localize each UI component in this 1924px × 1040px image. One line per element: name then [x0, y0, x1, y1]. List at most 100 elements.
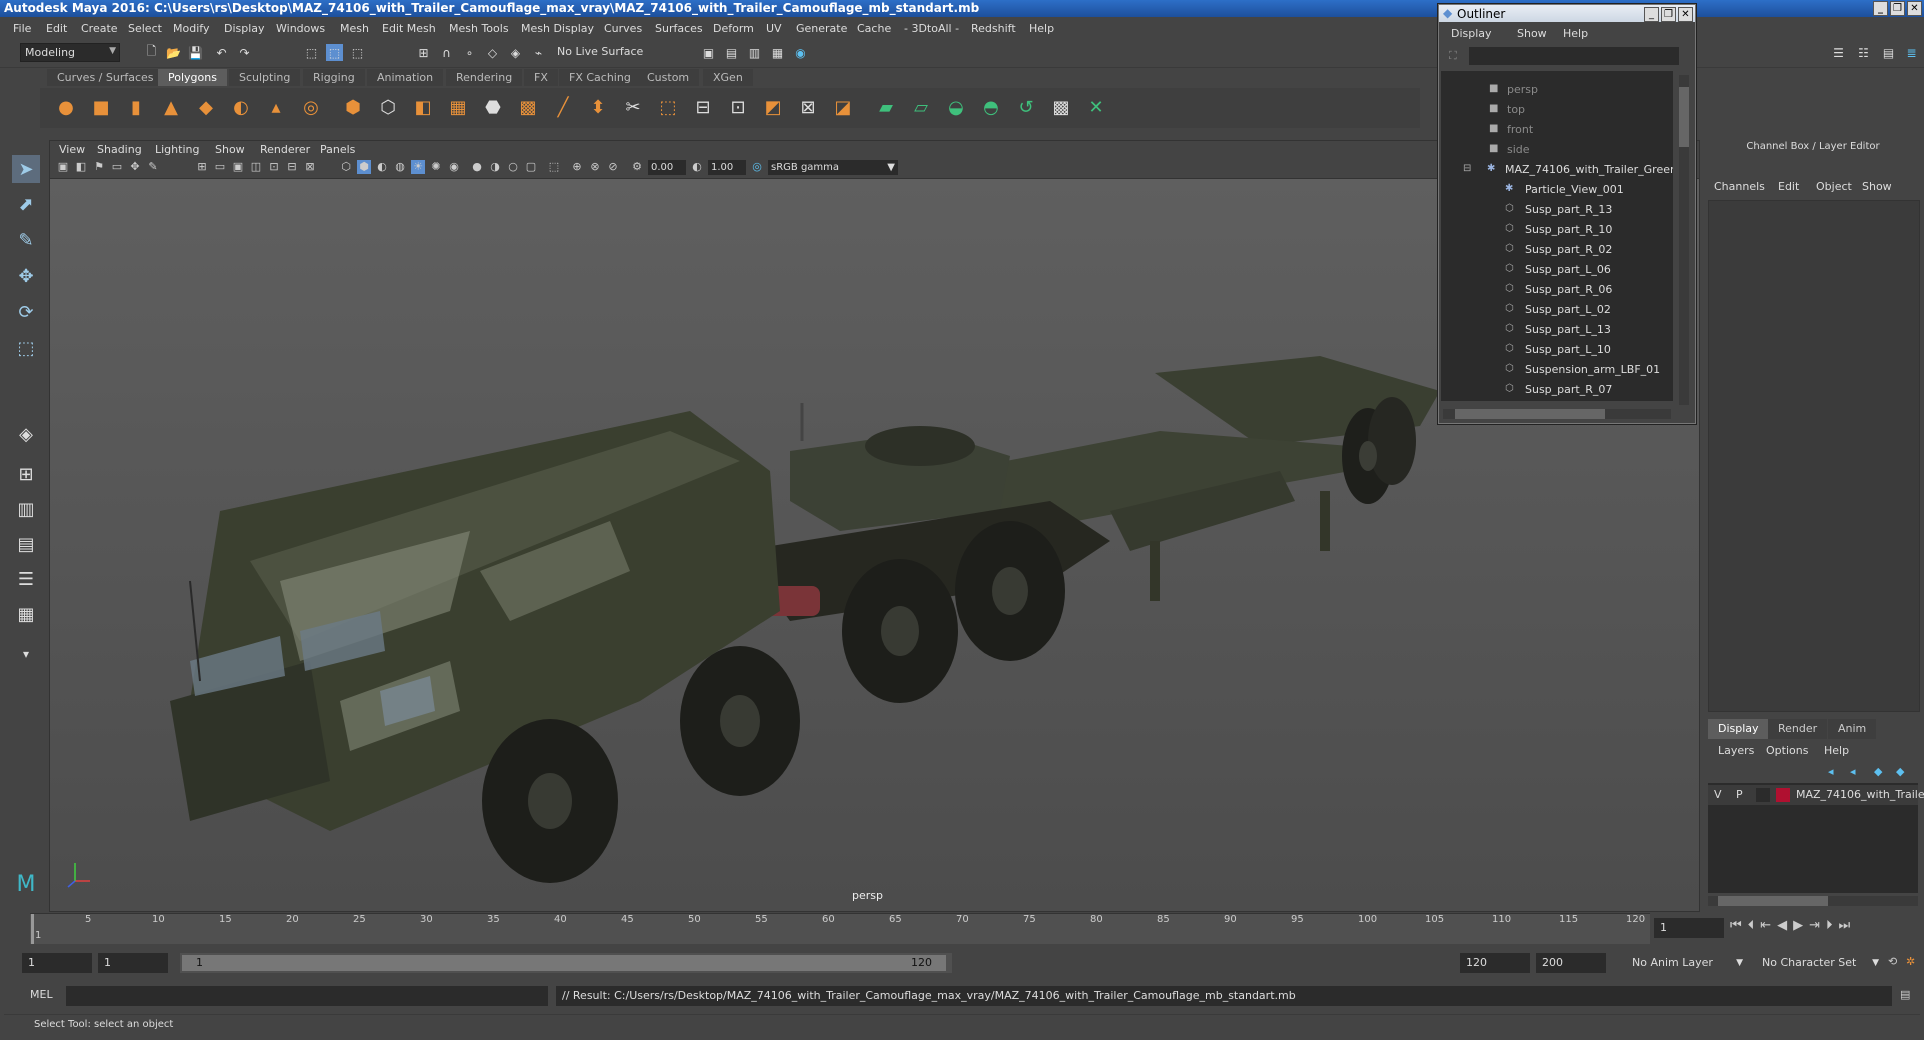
go-to-end-icon[interactable]: ⏭	[1839, 918, 1851, 933]
tab-fx[interactable]: FX	[524, 69, 558, 86]
layer-visibility-toggle[interactable]: V	[1714, 788, 1722, 801]
list-item[interactable]: ⬡ Susp_part_L_02	[1441, 301, 1673, 319]
render-settings-icon[interactable]: ▦	[769, 44, 786, 61]
snap-grid-icon[interactable]: ⊞	[415, 44, 432, 61]
snap-view-icon[interactable]: ◇	[484, 44, 501, 61]
layer-list[interactable]: V P MAZ_74106_with_Traile	[1708, 783, 1924, 893]
fill-hole-icon[interactable]: ⊡	[725, 94, 751, 120]
layout-hypershade-icon[interactable]: ▦	[12, 600, 40, 628]
tab-render[interactable]: Render	[1768, 719, 1828, 739]
new-scene-icon[interactable]: 🗋	[143, 44, 160, 61]
hypershade-icon[interactable]: ◉	[792, 44, 809, 61]
layer-menu-options[interactable]: Options	[1766, 744, 1808, 757]
lasso-tool-icon[interactable]: ⬈	[12, 190, 40, 218]
new-layer-icon[interactable]: ◂	[1828, 765, 1834, 778]
list-item[interactable]: ⬡ Susp_part_R_06	[1441, 281, 1673, 299]
layer-menu-help[interactable]: Help	[1824, 744, 1849, 757]
restore-icon[interactable]: ❐	[1890, 1, 1905, 16]
snap-point-icon[interactable]: ∘	[461, 44, 478, 61]
poly-pyramid-icon[interactable]: ▴	[263, 94, 289, 120]
menu-display[interactable]: Display	[224, 22, 265, 35]
menu-3dtoall[interactable]: - 3DtoAll -	[904, 22, 959, 35]
poly-cube-icon[interactable]: ■	[88, 94, 114, 120]
extract-icon[interactable]: ◧	[410, 94, 436, 120]
scene-end-field[interactable]: 200	[1536, 953, 1606, 973]
ipr-render-icon[interactable]: ▥	[746, 44, 763, 61]
rotate-tool-icon[interactable]: ⟳	[12, 298, 40, 326]
cb-menu-object[interactable]: Object	[1816, 180, 1852, 193]
layer-row[interactable]: V P MAZ_74106_with_Traile	[1708, 785, 1924, 805]
channel-box-icon[interactable]: ≣	[1903, 44, 1920, 61]
channel-list[interactable]	[1708, 200, 1920, 712]
outliner-menu-help[interactable]: Help	[1563, 27, 1588, 40]
layer-down-icon[interactable]: ◆	[1896, 765, 1904, 778]
render-view-icon[interactable]: ▣	[700, 44, 717, 61]
preferences-icon[interactable]: ✲	[1906, 955, 1915, 968]
single-view-icon[interactable]: ◈	[12, 420, 40, 448]
tab-anim[interactable]: Anim	[1828, 719, 1877, 739]
extrude-icon[interactable]: ╱	[550, 94, 576, 120]
cb-menu-show[interactable]: Show	[1862, 180, 1892, 193]
script-editor-icon[interactable]: ▤	[1900, 988, 1910, 1001]
bridge-icon[interactable]: ▩	[515, 94, 541, 120]
cylindrical-uv-icon[interactable]: ▱	[908, 94, 934, 120]
render-frame-icon[interactable]: ▤	[723, 44, 740, 61]
poly-plane-icon[interactable]: ◆	[193, 94, 219, 120]
menu-create[interactable]: Create	[81, 22, 118, 35]
outliner-list[interactable]: ■ persp ■ top ■ front ■ side ⊟ ✱ MAZ_74106_wit…	[1441, 71, 1673, 401]
menu-select[interactable]: Select	[128, 22, 162, 35]
layer-name[interactable]: MAZ_74106_with_Traile	[1796, 788, 1924, 801]
redo-icon[interactable]: ↷	[236, 44, 253, 61]
separate-icon[interactable]: ⬡	[375, 94, 401, 120]
time-slider[interactable]: 1 5 10 15 20 25 30 35 40 45 50 55 60 65 …	[4, 913, 1920, 947]
menu-cache[interactable]: Cache	[857, 22, 891, 35]
restore-icon[interactable]: ❐	[1661, 7, 1676, 22]
new-layer-selected-icon[interactable]: ◂	[1850, 765, 1856, 778]
character-set-dropdown[interactable]: No Character Set ▼	[1756, 953, 1882, 973]
close-icon[interactable]: ✕	[1678, 7, 1693, 22]
tab-curves-surfaces[interactable]: Curves / Surfaces	[47, 69, 164, 86]
tab-fx-caching[interactable]: FX Caching	[559, 69, 641, 86]
four-view-icon[interactable]: ⊞	[12, 460, 40, 488]
time-track[interactable]: 1 5 10 15 20 25 30 35 40 45 50 55 60 65 …	[30, 913, 1650, 944]
select-component-icon[interactable]: ⬚	[349, 44, 366, 61]
unfold-uv-icon[interactable]: ↺	[1013, 94, 1039, 120]
menu-mesh-display[interactable]: Mesh Display	[521, 22, 594, 35]
tab-xgen[interactable]: XGen	[703, 69, 753, 86]
list-item[interactable]: ■ side	[1441, 141, 1673, 159]
go-to-start-icon[interactable]: ⏮	[1730, 918, 1742, 933]
outliner-title-bar[interactable]: ◆ Outliner _ ❐ ✕	[1439, 5, 1695, 22]
step-forward-icon[interactable]: ⏵	[1826, 918, 1833, 933]
close-icon[interactable]: ✕	[1907, 1, 1922, 16]
tab-rigging[interactable]: Rigging	[303, 69, 365, 86]
merge-icon[interactable]: ⊠	[795, 94, 821, 120]
script-language-label[interactable]: MEL	[30, 988, 53, 1001]
menu-windows[interactable]: Windows	[276, 22, 325, 35]
offset-loop-icon[interactable]: ⊟	[690, 94, 716, 120]
scale-tool-icon[interactable]: ⬚	[12, 334, 40, 362]
checker-icon[interactable]: ▩	[1048, 94, 1074, 120]
tab-custom[interactable]: Custom	[637, 69, 700, 86]
list-item[interactable]: ⬡ Susp_part_L_10	[1441, 341, 1673, 359]
poly-sphere-icon[interactable]: ●	[53, 94, 79, 120]
list-item[interactable]: ■ top	[1441, 101, 1673, 119]
side-by-side-icon[interactable]: ▥	[12, 495, 40, 523]
menu-file[interactable]: File	[13, 22, 31, 35]
layer-scrollbar[interactable]	[1708, 896, 1918, 906]
outliner-vertical-scrollbar[interactable]	[1679, 75, 1689, 405]
snap-live-icon[interactable]: ⌁	[530, 44, 547, 61]
list-item[interactable]: ⊟ ✱ MAZ_74106_with_Trailer_Green_n	[1441, 161, 1673, 179]
menu-deform[interactable]: Deform	[713, 22, 754, 35]
menu-edit[interactable]: Edit	[46, 22, 67, 35]
auto-key-icon[interactable]: ⟲	[1888, 955, 1897, 968]
layer-menu-layers[interactable]: Layers	[1718, 744, 1754, 757]
range-handle[interactable]	[182, 955, 946, 971]
playhead[interactable]	[31, 914, 34, 944]
filter-icon[interactable]: ⛶	[1449, 49, 1457, 63]
menu-surfaces[interactable]: Surfaces	[655, 22, 703, 35]
layout-more-icon[interactable]: ▾	[12, 640, 40, 668]
tab-display[interactable]: Display	[1708, 719, 1769, 739]
tab-polygons[interactable]: Polygons	[158, 69, 227, 86]
select-tool-icon[interactable]: ➤	[12, 155, 40, 183]
list-item[interactable]: ⬡ Susp_part_L_06	[1441, 261, 1673, 279]
